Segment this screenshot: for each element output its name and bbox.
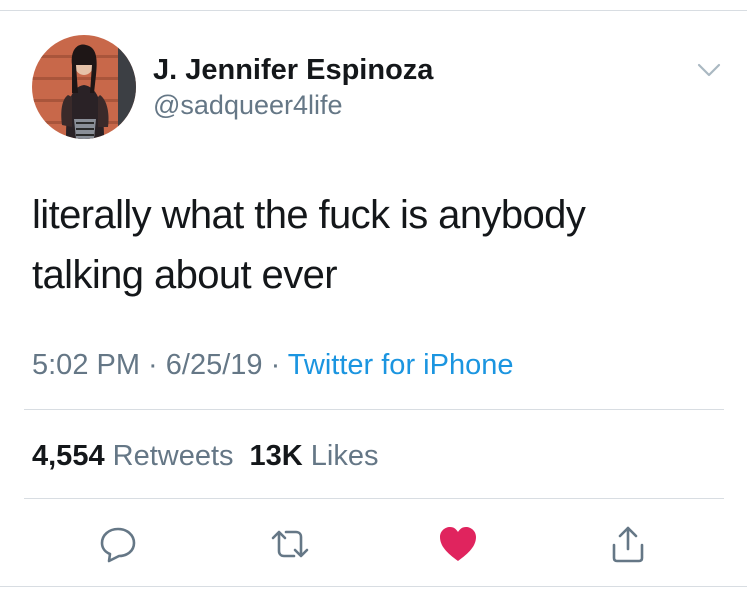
reply-button[interactable] — [94, 520, 142, 568]
divider — [24, 498, 724, 499]
share-icon — [612, 526, 644, 563]
heart-icon — [440, 527, 476, 561]
reply-icon — [100, 527, 136, 563]
retweets-stat[interactable]: 4,554 Retweets — [32, 440, 234, 472]
handle[interactable]: @sadqueer4life — [153, 89, 433, 121]
bottom-divider — [0, 586, 747, 587]
top-divider — [0, 10, 747, 11]
likes-count: 13K — [249, 440, 303, 472]
tweet-actions — [0, 520, 747, 568]
tweet-source-link[interactable]: Twitter for iPhone — [288, 349, 514, 381]
likes-label: Likes — [310, 440, 379, 472]
tweet-metadata: 5:02 PM · 6/25/19 · Twitter for iPhone — [32, 347, 513, 383]
likes-stat[interactable]: 13K Likes — [250, 440, 379, 472]
chevron-down-icon[interactable] — [696, 57, 722, 83]
tweet-time: 5:02 PM — [32, 349, 140, 381]
like-button[interactable] — [434, 520, 482, 568]
retweets-count: 4,554 — [32, 440, 105, 472]
tweet-date: 6/25/19 — [165, 349, 263, 381]
tweet-header: J. Jennifer Espinoza @sadqueer4life — [32, 35, 722, 139]
tweet-text-line: talking about ever — [32, 253, 338, 297]
display-name[interactable]: J. Jennifer Espinoza — [153, 53, 433, 87]
separator: · — [140, 349, 166, 381]
retweet-icon — [271, 530, 309, 558]
engagement-stats: 4,554 Retweets 13K Likes — [32, 438, 379, 474]
tweet-text-line: literally what the fuck is anybody — [32, 193, 586, 237]
retweet-button[interactable] — [266, 520, 314, 568]
avatar[interactable] — [32, 35, 136, 139]
profile-photo-icon — [32, 35, 136, 139]
author-names: J. Jennifer Espinoza @sadqueer4life — [153, 53, 433, 121]
tweet-text: literally what the fuck is anybody talki… — [32, 185, 722, 305]
share-button[interactable] — [604, 520, 652, 568]
separator: · — [262, 349, 288, 381]
divider — [24, 409, 724, 410]
retweets-label: Retweets — [112, 440, 234, 472]
